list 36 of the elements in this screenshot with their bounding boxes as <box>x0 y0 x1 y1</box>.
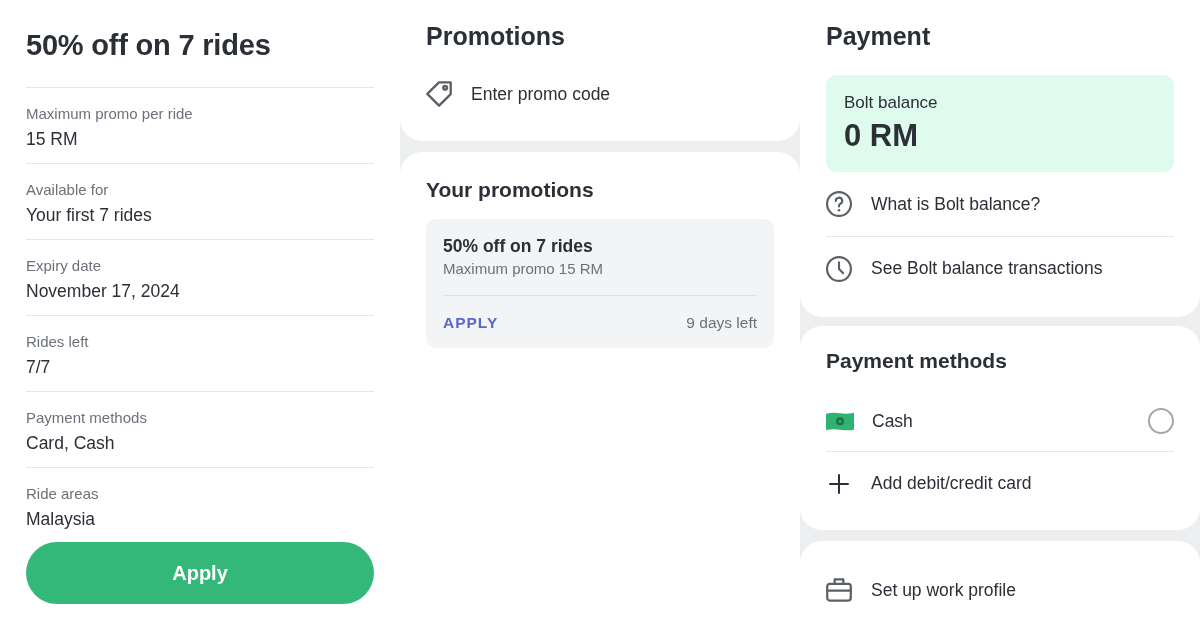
section-title: Promotions <box>426 21 566 52</box>
detail-value: Malaysia <box>26 508 97 531</box>
section-title: Payment methods <box>826 348 1008 374</box>
detail-value: 15 RM <box>26 128 79 151</box>
help-icon <box>826 191 852 217</box>
offer-title: 50% off on 7 rides <box>26 28 272 63</box>
detail-label: Maximum promo per ride <box>26 104 194 124</box>
days-left-text: 9 days left <box>686 313 757 333</box>
briefcase-icon <box>826 577 852 603</box>
balance-amount: 0 RM <box>844 117 920 155</box>
radio-button[interactable] <box>1148 408 1174 434</box>
work-profile-link[interactable]: Set up work profile <box>826 558 1174 622</box>
list-link[interactable]: See Bolt balance transactions <box>826 236 1174 300</box>
add-card-link[interactable]: Add debit/credit card <box>826 451 1174 515</box>
banknote-icon <box>826 411 854 431</box>
detail-value: Card, Cash <box>26 432 116 455</box>
promo-code-link[interactable]: Enter promo code <box>426 72 774 116</box>
section-title: Payment <box>826 21 932 52</box>
section-title: Your promotions <box>426 177 595 203</box>
tag-icon <box>426 81 452 107</box>
balance-label: Bolt balance <box>844 92 939 114</box>
list-link[interactable]: What is Bolt balance? <box>826 172 1174 236</box>
detail-label: Ride areas <box>26 484 100 504</box>
detail-label: Payment methods <box>26 408 148 428</box>
detail-value: Your first 7 rides <box>26 204 153 227</box>
clock-icon <box>826 255 852 282</box>
promo-subtitle: Maximum promo 15 RM <box>443 259 605 279</box>
detail-label: Expiry date <box>26 256 103 276</box>
detail-label: Available for <box>26 180 110 200</box>
payment-method-label[interactable]: Cash <box>872 410 1130 432</box>
detail-label: Rides left <box>26 332 90 352</box>
apply-link[interactable]: APPLY <box>443 312 499 334</box>
detail-value: 7/7 <box>26 356 52 379</box>
plus-icon <box>829 473 849 494</box>
detail-value: November 17, 2024 <box>26 280 181 303</box>
promo-title: 50% off on 7 rides <box>443 235 594 258</box>
